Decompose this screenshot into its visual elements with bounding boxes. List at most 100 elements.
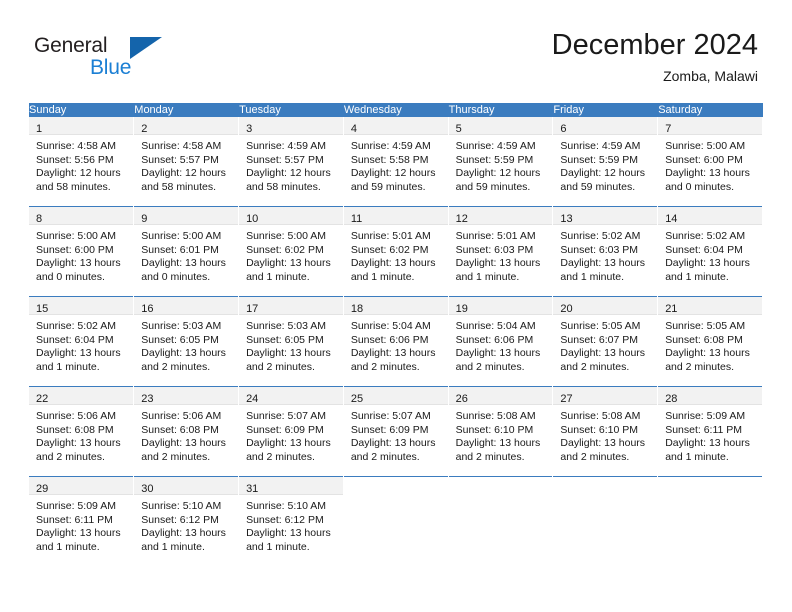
calendar-day-cell[interactable]: 1 Sunrise: 4:58 AM Sunset: 5:56 PM Daylight… <box>29 116 135 207</box>
day-detail-line: Daylight: 13 hours <box>455 437 541 449</box>
day-number-band <box>343 477 448 495</box>
day-detail-lines: Sunrise: 5:05 AM Sunset: 6:07 PM Daylight:… <box>553 315 657 374</box>
day-detail-line: Sunset: 6:00 PM <box>665 153 743 166</box>
day-detail-line: and 0 minutes. <box>36 270 105 283</box>
calendar-day-cell[interactable]: 24 Sunrise: 5:07 AM Sunset: 6:09 PM Dayligh… <box>238 386 344 477</box>
calendar-day-cell[interactable]: 28 Sunrise: 5:09 AM Sunset: 6:11 PM Dayligh… <box>657 386 763 477</box>
calendar-day-cell[interactable]: 31 Sunrise: 5:10 AM Sunset: 6:12 PM Dayligh… <box>238 476 344 566</box>
calendar-day-cell[interactable]: 26 Sunrise: 5:08 AM Sunset: 6:10 PM Dayligh… <box>448 386 554 477</box>
day-detail-line: Sunset: 5:57 PM <box>141 153 219 166</box>
day-detail-line: and 59 minutes. <box>350 180 426 193</box>
day-detail-lines <box>658 495 762 500</box>
day-detail-line: and 1 minute. <box>246 270 310 283</box>
day-detail-lines: Sunrise: 5:00 AM Sunset: 6:00 PM Daylight:… <box>29 225 133 284</box>
day-number-band: 7 <box>658 117 762 135</box>
calendar-day-cell[interactable]: 29 Sunrise: 5:09 AM Sunset: 6:11 PM Dayligh… <box>29 476 135 566</box>
calendar-day-cell[interactable]: 17 Sunrise: 5:03 AM Sunset: 6:05 PM Dayligh… <box>238 296 344 387</box>
day-detail-line: and 1 minute. <box>350 270 415 283</box>
day-detail-line: and 2 minutes. <box>141 450 211 463</box>
calendar-day-cell[interactable]: 9 Sunrise: 5:00 AM Sunset: 6:01 PM Daylight… <box>133 206 240 297</box>
calendar-day-cell[interactable]: 27 Sunrise: 5:08 AM Sunset: 6:10 PM Dayligh… <box>552 386 659 477</box>
day-detail-lines <box>553 495 657 500</box>
day-detail-line: Sunset: 6:12 PM <box>246 513 324 526</box>
calendar-day-cell[interactable]: 3 Sunrise: 4:59 AM Sunset: 5:57 PM Daylight… <box>238 116 344 207</box>
calendar-day-cell[interactable]: 18 Sunrise: 5:04 AM Sunset: 6:06 PM Dayligh… <box>343 296 449 387</box>
day-detail-line: Sunset: 6:04 PM <box>36 333 114 346</box>
day-number-band: 6 <box>553 117 658 135</box>
calendar-day-cell[interactable]: 25 Sunrise: 5:07 AM Sunset: 6:09 PM Dayligh… <box>343 386 449 477</box>
calendar-week-row: 29 Sunrise: 5:09 AM Sunset: 6:11 PM Dayligh… <box>29 476 763 566</box>
day-number: 9 <box>141 213 148 225</box>
day-number-band: 28 <box>658 387 762 405</box>
day-detail-line: Sunset: 6:05 PM <box>141 333 219 346</box>
day-detail-line: Daylight: 13 hours <box>665 167 750 179</box>
day-detail-line: Daylight: 13 hours <box>36 347 121 359</box>
day-detail-line: Sunset: 6:10 PM <box>560 423 639 436</box>
day-detail-line: Sunset: 6:04 PM <box>665 243 743 256</box>
day-detail-lines: Sunrise: 4:58 AM Sunset: 5:56 PM Daylight:… <box>29 135 133 194</box>
day-detail-lines: Sunrise: 4:58 AM Sunset: 5:57 PM Daylight:… <box>134 135 238 194</box>
calendar-day-cell[interactable]: 14 Sunrise: 5:02 AM Sunset: 6:04 PM Dayligh… <box>657 206 763 297</box>
day-number: 8 <box>36 213 43 225</box>
day-detail-line: and 1 minute. <box>36 540 100 553</box>
calendar-day-cell[interactable]: 6 Sunrise: 4:59 AM Sunset: 5:59 PM Daylight… <box>552 116 659 207</box>
weekday-header-friday: Friday <box>552 103 659 117</box>
day-number-band: 18 <box>343 297 448 315</box>
calendar-day-cell[interactable]: 8 Sunrise: 5:00 AM Sunset: 6:00 PM Daylight… <box>29 206 135 297</box>
day-number: 25 <box>350 393 364 405</box>
day-detail-lines: Sunrise: 5:01 AM Sunset: 6:02 PM Daylight:… <box>344 225 448 284</box>
calendar-day-cell-empty <box>448 476 554 566</box>
day-detail-line: Daylight: 12 hours <box>246 167 331 179</box>
day-detail-line: and 0 minutes. <box>665 180 735 193</box>
calendar-day-cell[interactable]: 19 Sunrise: 5:04 AM Sunset: 6:06 PM Dayligh… <box>448 296 554 387</box>
day-number-band: 3 <box>239 117 343 135</box>
calendar-day-cell[interactable]: 4 Sunrise: 4:59 AM Sunset: 5:58 PM Daylight… <box>343 116 449 207</box>
day-detail-line: Sunrise: 5:08 AM <box>560 410 641 422</box>
day-detail-line: Sunrise: 4:59 AM <box>350 140 431 152</box>
day-detail-line: Sunrise: 5:00 AM <box>665 140 746 152</box>
calendar-day-cell[interactable]: 12 Sunrise: 5:01 AM Sunset: 6:03 PM Dayligh… <box>448 206 554 297</box>
calendar-day-cell[interactable]: 23 Sunrise: 5:06 AM Sunset: 6:08 PM Dayligh… <box>133 386 240 477</box>
calendar-day-cell[interactable]: 10 Sunrise: 5:00 AM Sunset: 6:02 PM Dayligh… <box>238 206 344 297</box>
day-number: 13 <box>560 213 573 225</box>
day-number: 19 <box>455 303 468 315</box>
calendar-day-cell[interactable]: 5 Sunrise: 4:59 AM Sunset: 5:59 PM Daylight… <box>448 116 554 207</box>
calendar-day-cell[interactable]: 11 Sunrise: 5:01 AM Sunset: 6:02 PM Dayligh… <box>343 206 449 297</box>
day-number: 16 <box>141 303 154 315</box>
day-detail-line: Sunrise: 5:06 AM <box>141 410 222 422</box>
day-number: 6 <box>560 123 567 135</box>
day-detail-line: Sunset: 6:08 PM <box>36 423 114 436</box>
calendar-day-cell-empty <box>343 476 449 566</box>
day-number: 23 <box>141 393 154 405</box>
day-detail-line: Sunrise: 5:08 AM <box>455 410 536 422</box>
day-detail-line: and 2 minutes. <box>665 360 735 373</box>
day-number-band: 4 <box>343 117 448 135</box>
day-detail-lines: Sunrise: 4:59 AM Sunset: 5:59 PM Daylight:… <box>553 135 657 194</box>
day-detail-line: Sunrise: 5:02 AM <box>560 230 641 242</box>
day-detail-line: Sunrise: 5:00 AM <box>246 230 327 242</box>
calendar-day-cell[interactable]: 22 Sunrise: 5:06 AM Sunset: 6:08 PM Dayligh… <box>29 386 135 477</box>
calendar-day-cell[interactable]: 13 Sunrise: 5:02 AM Sunset: 6:03 PM Dayligh… <box>552 206 659 297</box>
day-detail-lines: Sunrise: 5:03 AM Sunset: 6:05 PM Daylight:… <box>134 315 238 374</box>
day-detail-line: Sunrise: 5:10 AM <box>246 500 327 512</box>
calendar-day-cell[interactable]: 7 Sunrise: 5:00 AM Sunset: 6:00 PM Daylight… <box>657 116 763 207</box>
calendar-day-cell[interactable]: 16 Sunrise: 5:03 AM Sunset: 6:05 PM Dayligh… <box>133 296 240 387</box>
day-number-band: 30 <box>134 477 239 495</box>
calendar-day-cell[interactable]: 20 Sunrise: 5:05 AM Sunset: 6:07 PM Dayligh… <box>552 296 659 387</box>
day-number-band: 26 <box>448 387 553 405</box>
calendar-day-cell[interactable]: 30 Sunrise: 5:10 AM Sunset: 6:12 PM Dayligh… <box>133 476 240 566</box>
day-number-band: 23 <box>134 387 239 405</box>
day-detail-line: Sunrise: 5:03 AM <box>246 320 327 332</box>
day-detail-line: and 2 minutes. <box>36 450 105 463</box>
day-detail-line: and 2 minutes. <box>455 360 525 373</box>
calendar-day-cell[interactable]: 21 Sunrise: 5:05 AM Sunset: 6:08 PM Dayligh… <box>657 296 763 387</box>
day-detail-line: Sunset: 5:59 PM <box>560 153 639 166</box>
day-detail-line: Daylight: 13 hours <box>560 347 646 359</box>
calendar-week-row: 1 Sunrise: 4:58 AM Sunset: 5:56 PM Daylight… <box>29 116 763 207</box>
day-detail-line: and 1 minute. <box>665 450 729 463</box>
calendar-day-cell[interactable]: 2 Sunrise: 4:58 AM Sunset: 5:57 PM Daylight… <box>133 116 240 207</box>
day-detail-line: and 2 minutes. <box>560 360 630 373</box>
calendar-day-cell[interactable]: 15 Sunrise: 5:02 AM Sunset: 6:04 PM Dayligh… <box>29 296 135 387</box>
page-subtitle: Zomba, Malawi <box>663 68 758 84</box>
day-number: 22 <box>36 393 49 405</box>
